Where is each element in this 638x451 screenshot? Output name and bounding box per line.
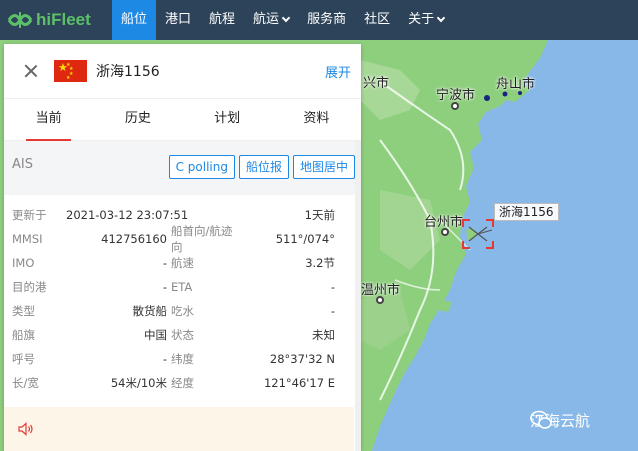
- chevron-down-icon: [436, 13, 446, 23]
- city-label: 宁波市: [436, 88, 476, 103]
- c-polling-button[interactable]: C polling: [168, 155, 235, 179]
- field-value: 54米/10米: [110, 376, 167, 390]
- brand-name: hiFleet: [36, 10, 91, 29]
- field-label: 目的港: [12, 280, 47, 294]
- field-value: 2021-03-12 23:07:51: [66, 208, 189, 222]
- info-row: MMSI 412756160 船首向/航迹向 511°/074°: [4, 224, 361, 254]
- vessel-info-panel: ★ ★ ★ ★ ★ 浙海1156 展开 当前 历史 计划 资料 AIS C po…: [4, 44, 361, 451]
- nav-label: 关于: [408, 12, 435, 27]
- city-label: 兴市: [363, 76, 390, 91]
- field-value: 中国: [144, 328, 167, 342]
- flag-star-icon: ★: [66, 75, 71, 81]
- city-marker: [441, 228, 449, 236]
- nav-label: 港口: [165, 12, 192, 27]
- ais-toolbar: AIS C polling 船位报 地图居中: [4, 141, 361, 195]
- speaker-icon[interactable]: [18, 422, 34, 436]
- info-row: 船旗 中国 状态 未知: [4, 323, 361, 347]
- top-nav-bar: hiFleet 船位 港口 航程 航运 服务商 社区 关于: [0, 0, 638, 40]
- notice-bar: [4, 407, 354, 451]
- field-label: 航速: [171, 256, 194, 270]
- tab-profile[interactable]: 资料: [272, 99, 361, 140]
- field-label: 经度: [171, 376, 194, 390]
- field-value: 3.2节: [305, 256, 335, 270]
- field-value: -: [330, 280, 335, 294]
- nav-item-community[interactable]: 社区: [355, 0, 399, 40]
- field-value: 511°/074°: [275, 232, 335, 246]
- field-value: 28°37'32 N: [269, 352, 335, 366]
- city-label: 舟山市: [496, 77, 536, 92]
- field-label: 更新于: [12, 208, 47, 222]
- info-row: 呼号 - 纬度 28°37'32 N: [4, 347, 361, 371]
- field-value: 未知: [312, 328, 335, 342]
- field-label: MMSI: [12, 232, 43, 246]
- nav-item-voyage[interactable]: 航程: [200, 0, 244, 40]
- field-value: 412756160: [101, 232, 167, 246]
- watermark: 江海云航: [530, 410, 590, 431]
- ais-label: AIS: [12, 157, 33, 172]
- hifleet-logo-icon: [7, 12, 33, 28]
- field-value: 散货船: [132, 304, 168, 318]
- chevron-down-icon: [281, 13, 291, 23]
- info-row: 目的港 - ETA -: [4, 275, 361, 299]
- field-label: 呼号: [12, 352, 35, 366]
- china-flag-icon: ★ ★ ★ ★ ★: [54, 60, 87, 82]
- field-label: 吃水: [171, 304, 194, 318]
- nav-label: 船位: [121, 12, 148, 27]
- panel-scrollbar[interactable]: [355, 141, 361, 451]
- vessel-info-table: 更新于 2021-03-12 23:07:51 1天前 MMSI 4127561…: [4, 195, 361, 395]
- city-marker: [451, 102, 459, 110]
- wechat-icon: [530, 410, 552, 429]
- vessel-marker-icon[interactable]: [462, 219, 494, 249]
- field-value: 121°46'17 E: [263, 376, 335, 390]
- nav-label: 航程: [209, 12, 236, 27]
- field-label: 长/宽: [12, 376, 39, 390]
- field-label: ETA: [171, 280, 193, 294]
- field-value: -: [162, 352, 167, 366]
- tab-history[interactable]: 历史: [93, 99, 182, 140]
- position-report-button[interactable]: 船位报: [238, 155, 289, 179]
- nav-item-ship-position[interactable]: 船位: [112, 0, 157, 40]
- info-row: 长/宽 54米/10米 经度 121°46'17 E: [4, 371, 361, 395]
- nav-item-shipping[interactable]: 航运: [244, 0, 298, 40]
- panel-tabs: 当前 历史 计划 资料: [4, 99, 361, 141]
- expand-link[interactable]: 展开: [325, 62, 351, 81]
- nav-label: 服务商: [307, 12, 347, 27]
- info-row: 类型 散货船 吃水 -: [4, 299, 361, 323]
- nav-label: 航运: [253, 12, 280, 27]
- tab-current[interactable]: 当前: [4, 99, 93, 141]
- nav-label: 社区: [364, 12, 391, 27]
- field-label: 状态: [171, 328, 194, 342]
- field-value: -: [162, 280, 167, 294]
- nav-item-service-providers[interactable]: 服务商: [298, 0, 355, 40]
- tab-plan[interactable]: 计划: [183, 99, 272, 140]
- nav-item-about[interactable]: 关于: [399, 0, 453, 40]
- main-nav: 船位 港口 航程 航运 服务商 社区 关于: [112, 0, 453, 40]
- field-value: -: [330, 304, 335, 318]
- logo[interactable]: hiFleet: [0, 0, 112, 40]
- nav-item-port[interactable]: 港口: [156, 0, 200, 40]
- field-label: 类型: [12, 304, 35, 318]
- center-map-button[interactable]: 地图居中: [292, 155, 355, 179]
- field-label: IMO: [12, 256, 35, 270]
- info-row: IMO - 航速 3.2节: [4, 251, 361, 275]
- panel-header: ★ ★ ★ ★ ★ 浙海1156 展开: [4, 44, 361, 99]
- field-label: 船旗: [12, 328, 35, 342]
- field-label: 船首向/航迹向: [171, 224, 233, 254]
- vessel-map-label[interactable]: 浙海1156: [494, 203, 559, 221]
- close-icon[interactable]: [24, 64, 38, 78]
- field-value: -: [162, 256, 167, 270]
- field-label: 纬度: [171, 352, 194, 366]
- field-value: 1天前: [304, 208, 335, 222]
- city-marker: [376, 296, 384, 304]
- ship-name: 浙海1156: [96, 64, 160, 80]
